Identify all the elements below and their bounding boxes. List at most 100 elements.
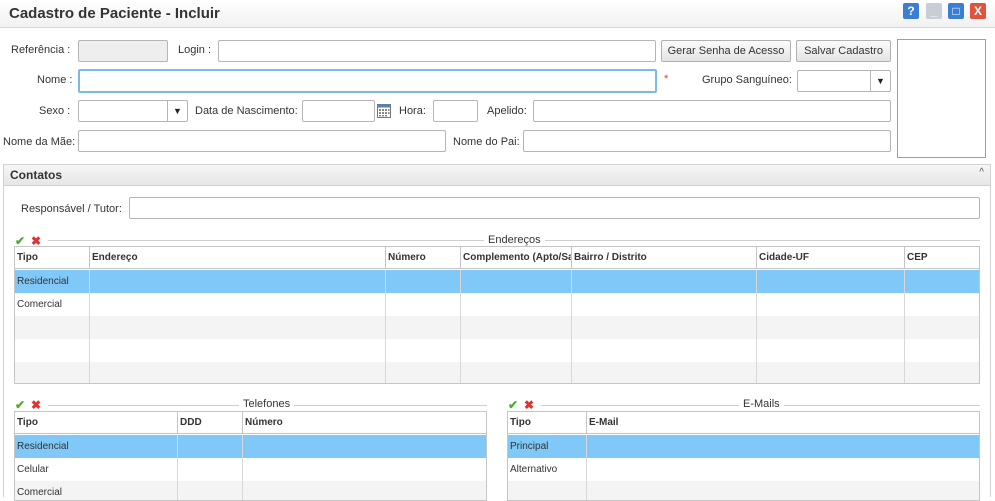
table-row[interactable] [508, 481, 979, 500]
tipo-cell[interactable]: Comercial [15, 481, 178, 500]
table-row[interactable]: Residencial [15, 435, 486, 458]
add-telefone-icon[interactable]: ✔ [15, 398, 25, 412]
table-row[interactable]: Comercial [15, 293, 979, 316]
table-cell[interactable] [461, 339, 572, 362]
table-cell[interactable] [572, 339, 757, 362]
table-cell[interactable] [757, 293, 905, 316]
table-cell[interactable] [905, 362, 979, 383]
delete-telefone-icon[interactable]: ✖ [31, 398, 41, 412]
minimize-icon[interactable]: _ [926, 3, 942, 19]
table-cell[interactable] [90, 339, 386, 362]
delete-email-icon[interactable]: ✖ [524, 398, 534, 412]
table-cell[interactable] [757, 339, 905, 362]
emails-grid[interactable]: Tipo E-Mail Principal Alternativo [507, 411, 980, 501]
table-cell[interactable] [572, 293, 757, 316]
column-header[interactable]: Bairro / Distrito [572, 247, 757, 269]
nome-pai-field[interactable] [523, 130, 891, 152]
tipo-cell[interactable] [15, 339, 90, 362]
calendar-icon[interactable] [377, 104, 391, 118]
table-row[interactable]: Residencial [15, 270, 979, 293]
table-row[interactable] [15, 339, 979, 362]
table-cell[interactable] [757, 270, 905, 293]
table-cell[interactable] [178, 458, 243, 481]
table-cell[interactable] [243, 481, 486, 500]
column-header[interactable]: E-Mail [587, 412, 979, 434]
table-row[interactable] [15, 316, 979, 339]
column-header[interactable]: DDD [178, 412, 243, 434]
table-row[interactable]: Alternativo [508, 458, 979, 481]
table-cell[interactable] [587, 458, 979, 481]
table-cell[interactable] [243, 458, 486, 481]
table-row[interactable] [15, 362, 979, 383]
salvar-cadastro-button[interactable]: Salvar Cadastro [796, 40, 891, 62]
close-icon[interactable]: X [970, 3, 986, 19]
table-cell[interactable] [386, 339, 461, 362]
tipo-cell[interactable]: Residencial [15, 435, 178, 458]
table-cell[interactable] [905, 339, 979, 362]
telefones-grid[interactable]: Tipo DDD Número Residencial Celular Comercial [14, 411, 487, 501]
gerar-senha-button[interactable]: Gerar Senha de Acesso [661, 40, 791, 62]
tipo-cell[interactable]: Celular [15, 458, 178, 481]
hora-field[interactable] [433, 100, 478, 122]
nome-field[interactable] [78, 69, 657, 93]
table-cell[interactable] [587, 435, 979, 458]
column-header[interactable]: Tipo [508, 412, 587, 434]
table-cell[interactable] [572, 316, 757, 339]
tipo-cell[interactable] [15, 316, 90, 339]
table-cell[interactable] [905, 316, 979, 339]
tipo-cell[interactable] [508, 481, 587, 500]
table-cell[interactable] [905, 270, 979, 293]
table-cell[interactable] [572, 270, 757, 293]
tipo-cell[interactable]: Comercial [15, 293, 90, 316]
table-cell[interactable] [757, 362, 905, 383]
tipo-cell[interactable]: Principal [508, 435, 587, 458]
table-cell[interactable] [461, 316, 572, 339]
column-header[interactable]: Complemento (Apto/Sala) [461, 247, 572, 269]
table-row[interactable]: Celular [15, 458, 486, 481]
table-cell[interactable] [90, 316, 386, 339]
grupo-sanguineo-select[interactable]: ▼ [797, 70, 891, 92]
column-header[interactable]: Cidade-UF [757, 247, 905, 269]
table-cell[interactable] [90, 270, 386, 293]
column-header[interactable]: CEP [905, 247, 979, 269]
table-cell[interactable] [243, 435, 486, 458]
table-cell[interactable] [386, 362, 461, 383]
table-row[interactable]: Principal [508, 435, 979, 458]
tipo-cell[interactable]: Residencial [15, 270, 90, 293]
column-header[interactable]: Tipo [15, 412, 178, 434]
data-nascimento-field[interactable] [302, 100, 375, 122]
column-header[interactable]: Número [243, 412, 486, 434]
table-cell[interactable] [572, 362, 757, 383]
table-cell[interactable] [178, 481, 243, 500]
table-cell[interactable] [386, 293, 461, 316]
collapse-icon[interactable]: ^ [979, 167, 984, 178]
maximize-icon[interactable]: □ [948, 3, 964, 19]
enderecos-grid[interactable]: TipoEndereçoNúmeroComplemento (Apto/Sala… [14, 246, 980, 384]
table-cell[interactable] [461, 270, 572, 293]
login-field[interactable] [218, 40, 656, 62]
column-header[interactable]: Endereço [90, 247, 386, 269]
sexo-select[interactable]: ▼ [78, 100, 188, 122]
column-header[interactable]: Número [386, 247, 461, 269]
table-cell[interactable] [90, 362, 386, 383]
table-cell[interactable] [386, 316, 461, 339]
patient-photo[interactable] [897, 39, 986, 158]
table-cell[interactable] [461, 362, 572, 383]
table-cell[interactable] [90, 293, 386, 316]
help-icon[interactable]: ? [903, 3, 919, 19]
tipo-cell[interactable] [15, 362, 90, 383]
table-row[interactable]: Comercial [15, 481, 486, 500]
tipo-cell[interactable]: Alternativo [508, 458, 587, 481]
column-header[interactable]: Tipo [15, 247, 90, 269]
table-cell[interactable] [905, 293, 979, 316]
table-cell[interactable] [178, 435, 243, 458]
nome-mae-field[interactable] [78, 130, 446, 152]
table-cell[interactable] [587, 481, 979, 500]
apelido-field[interactable] [533, 100, 891, 122]
responsavel-field[interactable] [129, 197, 980, 219]
table-cell[interactable] [461, 293, 572, 316]
table-cell[interactable] [757, 316, 905, 339]
add-email-icon[interactable]: ✔ [508, 398, 518, 412]
contatos-panel-header[interactable]: Contatos ^ [3, 164, 991, 186]
table-cell[interactable] [386, 270, 461, 293]
